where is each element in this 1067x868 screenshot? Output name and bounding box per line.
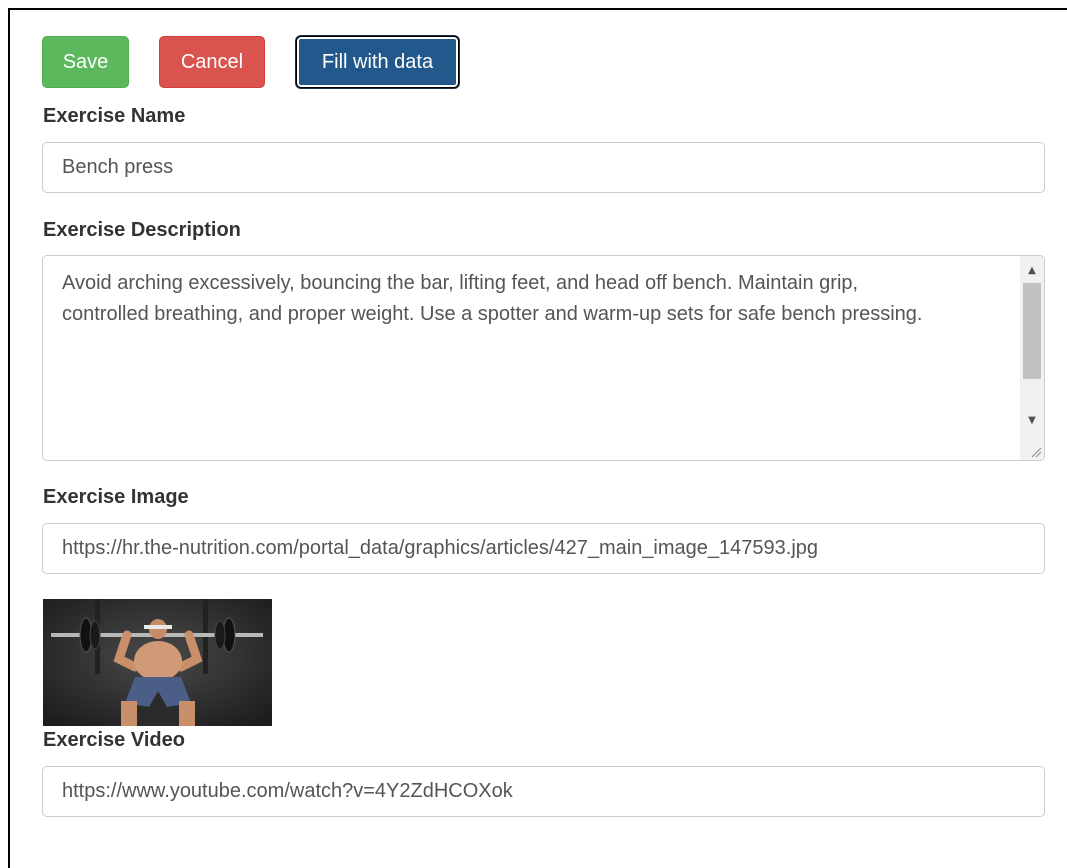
scroll-up-arrow-icon[interactable]: ▲ — [1020, 258, 1044, 282]
description-scrollbar[interactable]: ▲ ▼ — [1020, 256, 1044, 434]
exercise-description-text: Avoid arching excessively, bouncing the … — [62, 272, 923, 325]
exercise-description-label: Exercise Description — [43, 219, 241, 241]
exercise-name-label: Exercise Name — [43, 105, 186, 127]
exercise-video-label: Exercise Video — [43, 729, 185, 751]
fill-with-data-button[interactable]: Fill with data — [296, 36, 459, 88]
exercise-description-textarea[interactable]: Avoid arching excessively, bouncing the … — [42, 255, 1045, 461]
exercise-video-input[interactable]: https://www.youtube.com/watch?v=4Y2ZdHCO… — [42, 766, 1045, 817]
scroll-down-arrow-icon[interactable]: ▼ — [1020, 408, 1044, 432]
exercise-image-label: Exercise Image — [43, 486, 189, 508]
scrollbar-thumb[interactable] — [1023, 283, 1041, 379]
exercise-name-input[interactable]: Bench press — [42, 142, 1045, 193]
resize-grip-icon[interactable] — [1020, 433, 1044, 460]
cancel-button[interactable]: Cancel — [159, 36, 265, 88]
exercise-image-preview — [43, 599, 272, 726]
exercise-image-input[interactable]: https://hr.the-nutrition.com/portal_data… — [42, 523, 1045, 574]
save-button[interactable]: Save — [42, 36, 129, 88]
